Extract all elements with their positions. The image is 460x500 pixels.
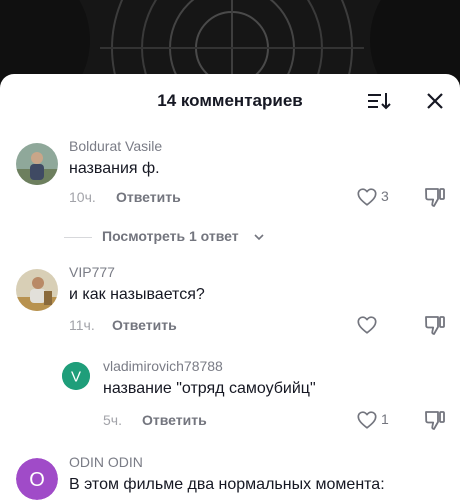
- comments-header: 14 комментариев: [0, 74, 460, 126]
- sort-icon: [368, 93, 391, 110]
- dislike-button[interactable]: [423, 408, 447, 432]
- comments-sheet: 14 комментариев Boldurat Vasile названия…: [0, 74, 460, 500]
- comment-author[interactable]: ODIN ODIN: [69, 454, 143, 470]
- comment-time: 11ч.: [69, 317, 95, 333]
- thumbs-down-icon: [425, 316, 445, 335]
- reply-button[interactable]: Ответить: [112, 317, 177, 333]
- reply-button[interactable]: Ответить: [116, 189, 181, 205]
- avatar[interactable]: [16, 143, 58, 185]
- comment-text: название "отряд самоубийц": [103, 380, 316, 397]
- close-icon: [427, 93, 443, 109]
- divider-line: [64, 237, 92, 238]
- heart-outline-icon: [357, 411, 377, 429]
- comment-author[interactable]: Boldurat Vasile: [69, 138, 162, 154]
- view-replies-label: Посмотреть 1 ответ: [102, 228, 239, 244]
- comment-item: O ODIN ODIN В этом фильме два нормальных…: [0, 454, 460, 500]
- sort-button[interactable]: [366, 90, 392, 112]
- avatar[interactable]: O: [16, 458, 58, 500]
- comment-author[interactable]: VIP777: [69, 264, 115, 280]
- avatar-letter: O: [29, 469, 45, 491]
- avatar[interactable]: [16, 269, 58, 311]
- comment-item: VIP777 и как называется? 11ч. Ответить: [0, 264, 460, 344]
- comment-item: Boldurat Vasile названия ф. 10ч. Ответит…: [0, 138, 460, 218]
- avatar-photo: [16, 143, 58, 185]
- like-button[interactable]: [356, 314, 380, 336]
- like-count: 3: [381, 188, 389, 204]
- avatar-letter-badge: V: [62, 362, 90, 390]
- comment-text: названия ф.: [69, 160, 160, 177]
- close-button[interactable]: [423, 89, 447, 113]
- comment-text: и как называется?: [69, 286, 205, 303]
- like-button[interactable]: 1: [356, 409, 396, 431]
- avatar-letter-badge: O: [16, 458, 58, 500]
- dislike-button[interactable]: [423, 185, 447, 209]
- like-count: 1: [381, 411, 389, 427]
- comment-time: 10ч.: [69, 189, 96, 205]
- avatar[interactable]: V: [62, 362, 90, 390]
- comment-author[interactable]: vladimirovich78788: [103, 358, 223, 374]
- comment-text: В этом фильме два нормальных момента:: [69, 476, 385, 493]
- thumbs-down-icon: [425, 188, 445, 207]
- avatar-photo: [16, 269, 58, 311]
- thumbs-down-icon: [425, 411, 445, 430]
- chevron-down-icon: [254, 234, 264, 241]
- reply-item: V vladimirovich78788 название "отряд сам…: [0, 358, 460, 438]
- like-button[interactable]: 3: [356, 186, 396, 208]
- reply-button[interactable]: Ответить: [142, 412, 207, 428]
- dislike-button[interactable]: [423, 313, 447, 337]
- heart-outline-icon: [357, 188, 377, 206]
- avatar-letter: V: [71, 369, 81, 386]
- heart-outline-icon: [357, 316, 377, 334]
- comment-time: 5ч.: [103, 412, 122, 428]
